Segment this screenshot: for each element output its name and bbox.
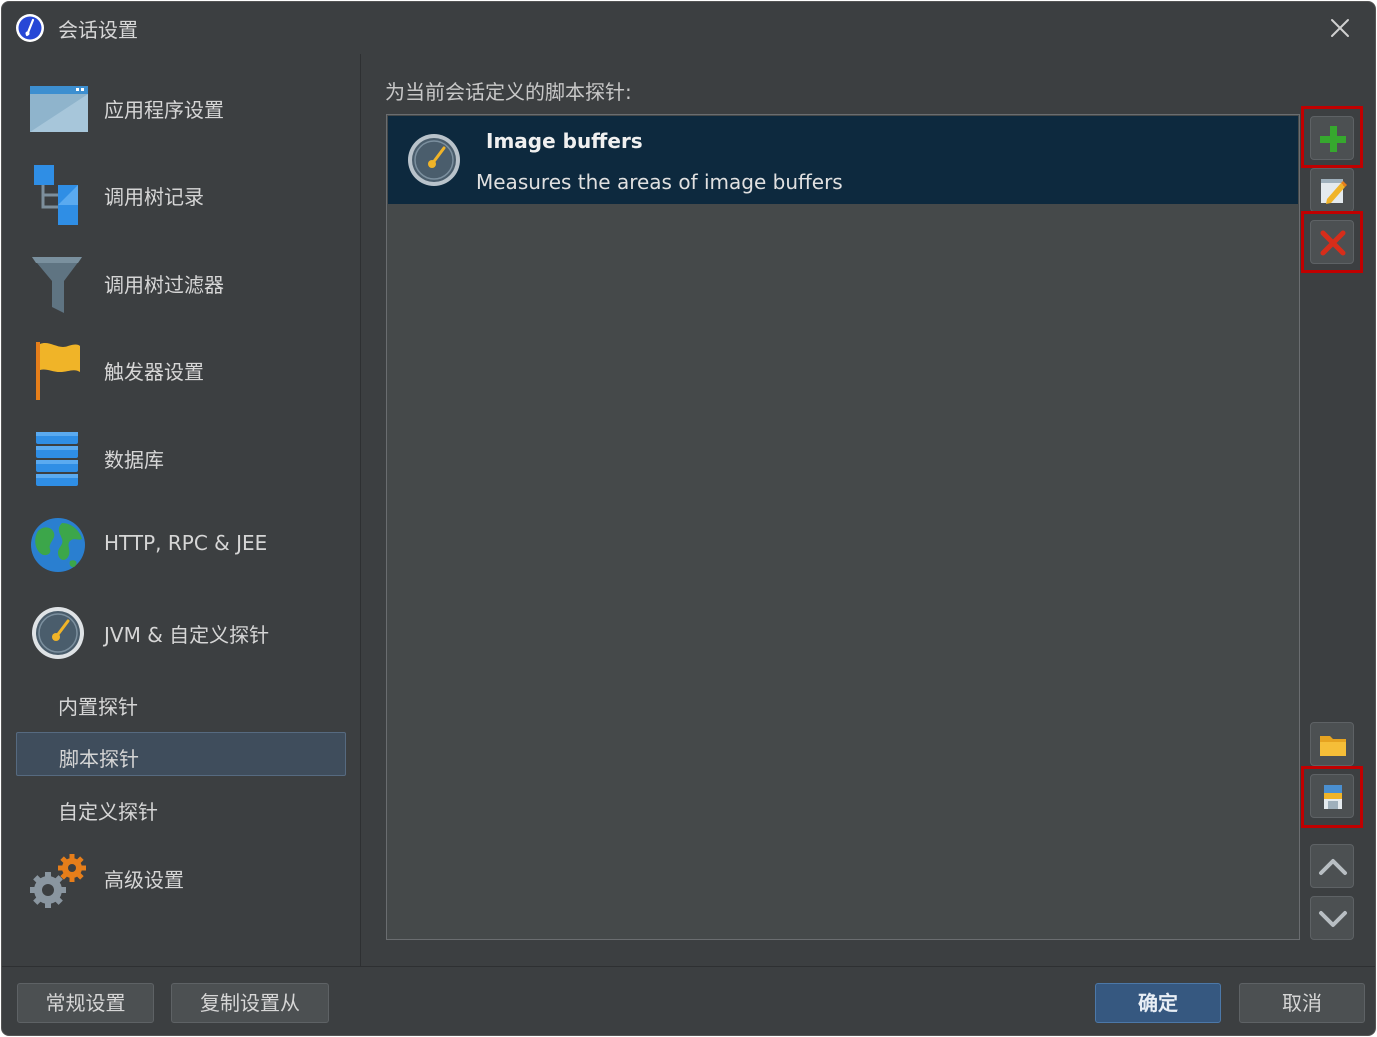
sidebar-divider [360, 54, 361, 966]
edit-icon [1321, 179, 1347, 204]
sidebar-item-label: 调用树记录 [104, 185, 204, 209]
close-icon[interactable] [1324, 12, 1356, 44]
folder-icon [1320, 736, 1346, 756]
export-probes-button[interactable] [1310, 774, 1354, 818]
sidebar-item-custom-probes[interactable]: 自定义探针 [16, 786, 346, 830]
ok-button[interactable]: 确定 [1095, 983, 1221, 1023]
flag-icon [36, 342, 80, 400]
plus-icon [1320, 126, 1346, 152]
session-settings-dialog: 会话设置 应用程序设置 调用树记录 调用树过滤器 触发器设置 数据库 HTTP,… [1, 1, 1376, 1036]
sidebar-item-label: 自定义探针 [58, 800, 158, 824]
title-bar: 会话设置 [2, 2, 1375, 54]
sidebar-item-script-probes[interactable]: 脚本探针 [16, 732, 346, 776]
edit-probe-button[interactable] [1310, 168, 1354, 212]
move-down-button[interactable] [1310, 896, 1354, 940]
sidebar-item-call-tree-filters[interactable]: 调用树过滤器 [16, 243, 346, 323]
script-probes-heading: 为当前会话定义的脚本探针: [385, 80, 632, 104]
sidebar-item-label: JVM & 自定义探针 [104, 623, 270, 647]
move-up-button[interactable] [1310, 844, 1354, 888]
gauge-icon [408, 134, 460, 186]
probe-description: Measures the areas of image buffers [476, 170, 843, 194]
sidebar-item-jvm-custom-probes[interactable]: JVM & 自定义探针 [16, 593, 346, 673]
script-probe-list[interactable]: Image buffers Measures the areas of imag… [386, 114, 1300, 940]
import-probes-button[interactable] [1310, 722, 1354, 766]
tree-hierarchy-icon [34, 165, 78, 225]
sidebar-item-label: 内置探针 [58, 695, 138, 719]
chevron-up-icon [1319, 859, 1347, 875]
sidebar-item-builtin-probes[interactable]: 内置探针 [16, 681, 346, 725]
sidebar-item-advanced-settings[interactable]: 高级设置 [16, 838, 346, 918]
cancel-button[interactable]: 取消 [1239, 983, 1365, 1023]
gears-icon [30, 854, 86, 908]
sidebar-item-trigger-settings[interactable]: 触发器设置 [16, 330, 346, 410]
globe-icon [31, 518, 85, 572]
list-item[interactable]: Image buffers Measures the areas of imag… [388, 116, 1298, 204]
gauge-icon [32, 607, 84, 659]
sidebar-item-application-settings[interactable]: 应用程序设置 [16, 68, 346, 148]
app-logo-icon [16, 14, 44, 42]
sidebar-item-databases[interactable]: 数据库 [16, 418, 346, 498]
general-settings-button[interactable]: 常规设置 [17, 983, 154, 1023]
sidebar-item-label: HTTP, RPC & JEE [104, 531, 268, 555]
settings-sidebar: 应用程序设置 调用树记录 调用树过滤器 触发器设置 数据库 HTTP, RPC … [2, 54, 360, 966]
sidebar-item-http-rpc-jee[interactable]: HTTP, RPC & JEE [16, 505, 346, 585]
sidebar-item-label: 高级设置 [104, 868, 184, 892]
sidebar-item-label: 应用程序设置 [104, 98, 224, 122]
sidebar-item-label: 脚本探针 [59, 747, 139, 771]
save-icon [1324, 785, 1342, 809]
footer-divider [2, 966, 1375, 967]
sidebar-item-label: 调用树过滤器 [104, 273, 224, 297]
funnel-icon [32, 257, 82, 313]
add-probe-button[interactable] [1310, 116, 1354, 160]
copy-settings-button[interactable]: 复制设置从 [171, 983, 329, 1023]
window-icon [30, 86, 88, 132]
sidebar-item-call-tree-recording[interactable]: 调用树记录 [16, 155, 346, 235]
remove-probe-button[interactable] [1310, 220, 1354, 264]
sidebar-item-label: 触发器设置 [104, 360, 204, 384]
probe-title: Image buffers [486, 129, 643, 153]
chevron-down-icon [1319, 911, 1347, 927]
database-icon [36, 432, 78, 486]
delete-icon [1320, 230, 1346, 256]
sidebar-item-label: 数据库 [104, 448, 164, 472]
window-title: 会话设置 [58, 18, 138, 42]
